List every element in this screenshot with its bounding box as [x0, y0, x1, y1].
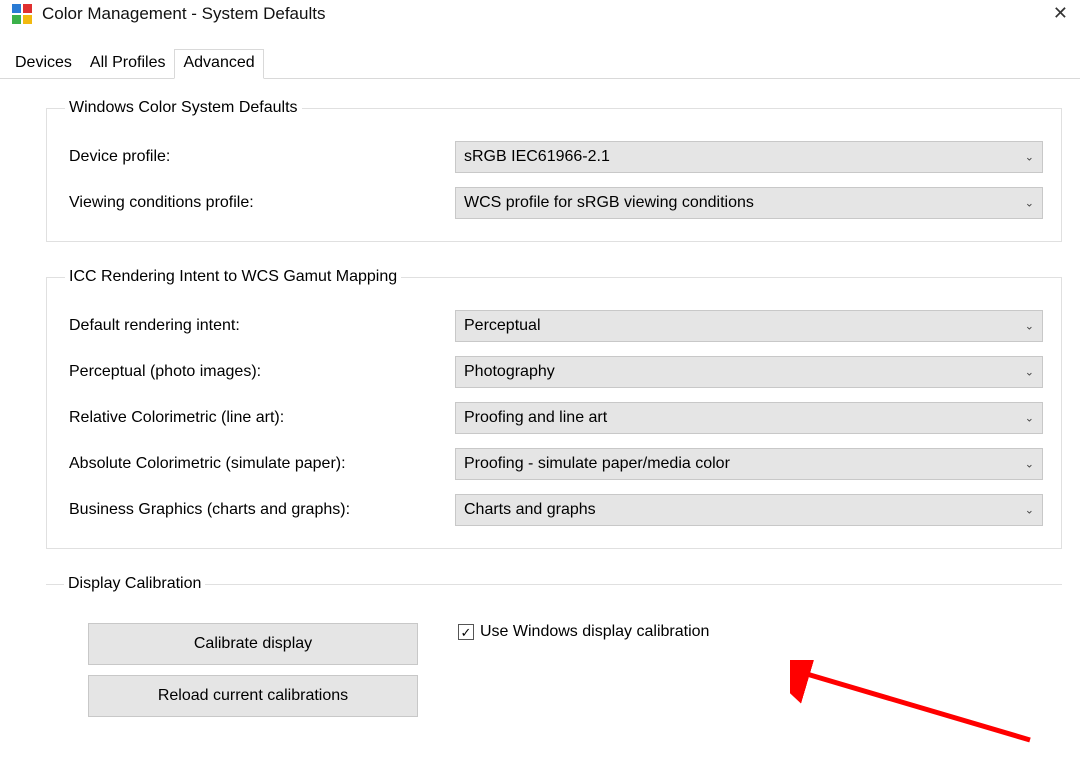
chevron-down-icon: ⌄	[1025, 412, 1034, 425]
titlebar: Color Management - System Defaults ✕	[0, 0, 1080, 28]
relative-colorimetric-label: Relative Colorimetric (line art):	[65, 409, 455, 427]
absolute-colorimetric-dropdown[interactable]: Proofing - simulate paper/media color ⌄	[455, 448, 1043, 480]
window-title: Color Management - System Defaults	[42, 4, 325, 24]
default-rendering-intent-dropdown[interactable]: Perceptual ⌄	[455, 310, 1043, 342]
use-windows-calibration-label: Use Windows display calibration	[480, 623, 709, 641]
device-profile-label: Device profile:	[65, 148, 455, 166]
chevron-down-icon: ⌄	[1025, 197, 1034, 210]
relative-colorimetric-value: Proofing and line art	[464, 409, 607, 427]
calibrate-display-button[interactable]: Calibrate display	[88, 623, 418, 665]
tab-advanced[interactable]: Advanced	[174, 49, 263, 79]
perceptual-dropdown[interactable]: Photography ⌄	[455, 356, 1043, 388]
group-wcs-defaults-legend: Windows Color System Defaults	[65, 99, 302, 117]
default-rendering-intent-value: Perceptual	[464, 317, 541, 335]
chevron-down-icon: ⌄	[1025, 320, 1034, 333]
chevron-down-icon: ⌄	[1025, 151, 1034, 164]
viewing-conditions-label: Viewing conditions profile:	[65, 194, 455, 212]
default-rendering-intent-label: Default rendering intent:	[65, 317, 455, 335]
use-windows-calibration-checkbox[interactable]: ✓ Use Windows display calibration	[458, 623, 1044, 641]
business-graphics-label: Business Graphics (charts and graphs):	[65, 501, 455, 519]
group-icc-mapping: ICC Rendering Intent to WCS Gamut Mappin…	[46, 268, 1062, 549]
group-wcs-defaults: Windows Color System Defaults Device pro…	[46, 99, 1062, 242]
perceptual-value: Photography	[464, 363, 555, 381]
tab-content-advanced: Windows Color System Defaults Device pro…	[0, 79, 1080, 717]
device-profile-value: sRGB IEC61966-2.1	[464, 148, 610, 166]
business-graphics-value: Charts and graphs	[464, 501, 596, 519]
chevron-down-icon: ⌄	[1025, 504, 1034, 517]
absolute-colorimetric-label: Absolute Colorimetric (simulate paper):	[65, 455, 455, 473]
relative-colorimetric-dropdown[interactable]: Proofing and line art ⌄	[455, 402, 1043, 434]
tab-all-profiles[interactable]: All Profiles	[81, 49, 175, 79]
device-profile-dropdown[interactable]: sRGB IEC61966-2.1 ⌄	[455, 141, 1043, 173]
viewing-conditions-dropdown[interactable]: WCS profile for sRGB viewing conditions …	[455, 187, 1043, 219]
business-graphics-dropdown[interactable]: Charts and graphs ⌄	[455, 494, 1043, 526]
tabstrip: Devices All Profiles Advanced	[0, 48, 1080, 79]
color-management-icon	[12, 4, 32, 24]
group-display-calibration-legend: Display Calibration	[64, 575, 205, 593]
group-icc-mapping-legend: ICC Rendering Intent to WCS Gamut Mappin…	[65, 268, 401, 286]
perceptual-label: Perceptual (photo images):	[65, 363, 455, 381]
group-display-calibration: Display Calibration Calibrate display Re…	[46, 575, 1062, 717]
close-icon[interactable]: ✕	[1049, 3, 1072, 24]
reload-calibrations-button[interactable]: Reload current calibrations	[88, 675, 418, 717]
tab-devices[interactable]: Devices	[6, 49, 81, 79]
chevron-down-icon: ⌄	[1025, 458, 1034, 471]
viewing-conditions-value: WCS profile for sRGB viewing conditions	[464, 194, 754, 212]
chevron-down-icon: ⌄	[1025, 366, 1034, 379]
checkbox-icon: ✓	[458, 624, 474, 640]
absolute-colorimetric-value: Proofing - simulate paper/media color	[464, 455, 730, 473]
